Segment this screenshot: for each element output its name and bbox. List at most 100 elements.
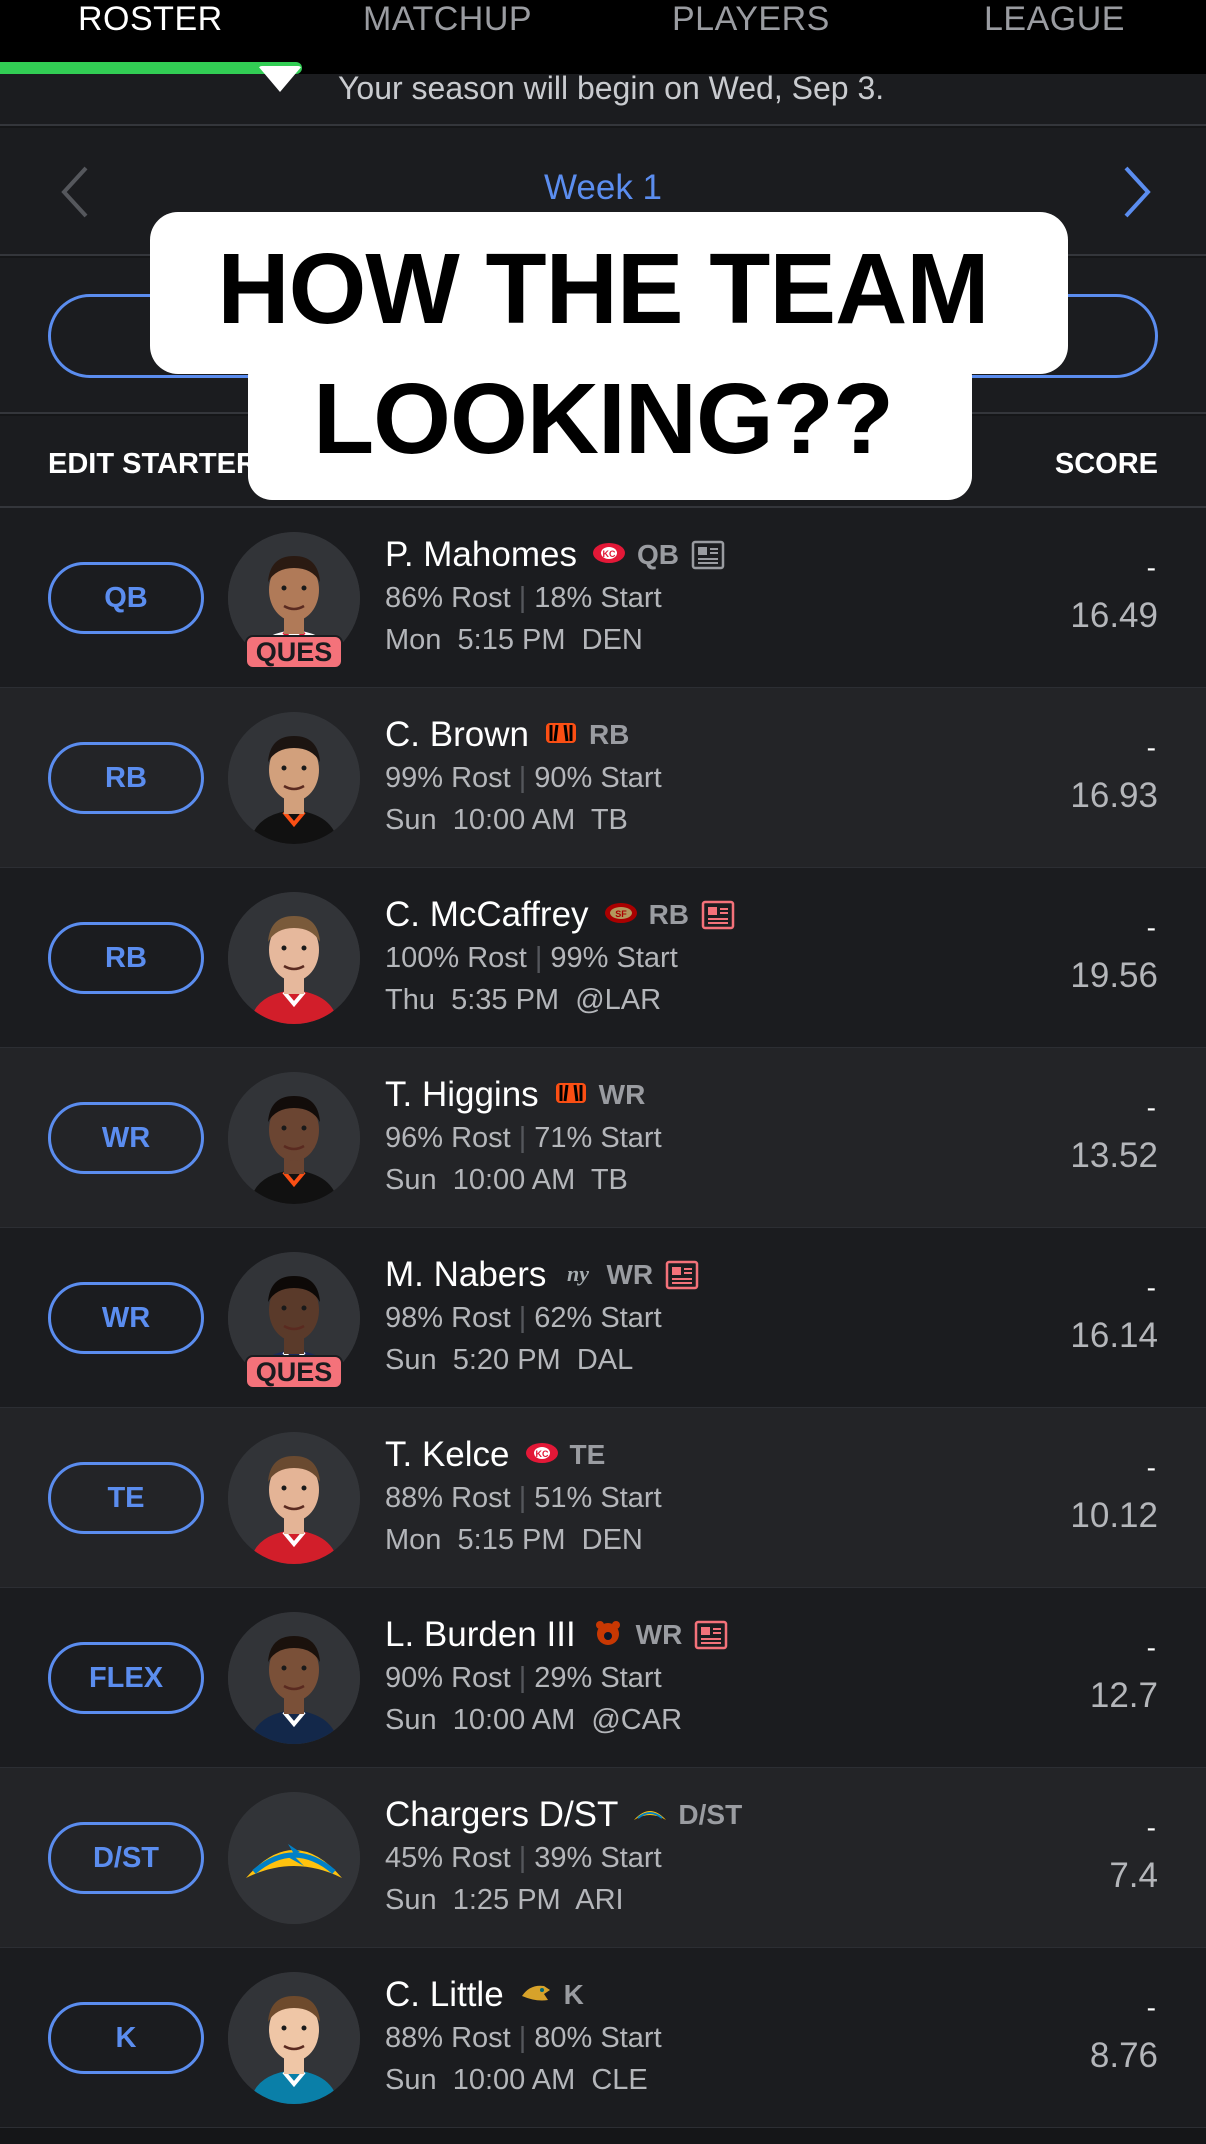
- game-info: Thu 5:35 PM @LAR: [385, 984, 662, 1016]
- player-avatar[interactable]: [228, 1792, 360, 1924]
- player-avatar[interactable]: [228, 1432, 360, 1564]
- lineup-slot-button[interactable]: RB: [48, 742, 204, 814]
- player-position: TE: [569, 1439, 606, 1470]
- lineup-slot-button[interactable]: RB: [48, 922, 204, 994]
- player-ownership: 45% Rost | 39% Start: [385, 1842, 662, 1875]
- actual-score: -: [1146, 1632, 1156, 1663]
- lineup-slot-button[interactable]: FLEX: [48, 1642, 204, 1714]
- game-info: Sun 10:00 AM CLE: [385, 2064, 648, 2096]
- roster-row[interactable]: D/ST Chargers D/ST D/ST 45% Rost | 39% Start S…: [0, 1768, 1206, 1948]
- player-avatar[interactable]: [228, 1072, 360, 1204]
- chiefs-logo-icon: KC: [510, 1440, 560, 1471]
- player-name-link[interactable]: P. Mahomes: [385, 535, 577, 575]
- roster-row[interactable]: QB QUES P. Mahomes KC QB 86% Rost | 18% Start Mo…: [0, 508, 1206, 688]
- player-position: K: [563, 1979, 584, 2010]
- top-nav: ROSTER MATCHUP PLAYERS LEAGUE: [0, 0, 1206, 74]
- lineup-slot-button[interactable]: WR: [48, 1102, 204, 1174]
- rostered-percent: 99% Rost: [385, 762, 511, 794]
- started-percent: 80% Start: [534, 2022, 662, 2054]
- chargers-logo-icon: [618, 1800, 668, 1831]
- player-ownership: 98% Rost | 62% Start: [385, 1302, 662, 1335]
- bengals-logo-icon: [539, 1080, 589, 1111]
- tab-roster[interactable]: ROSTER: [78, 0, 223, 38]
- news-icon[interactable]: [701, 900, 735, 930]
- stat-divider: |: [518, 1482, 527, 1514]
- player-name-line: T. Kelce KC TE: [385, 1434, 605, 1476]
- player-position: WR: [635, 1619, 683, 1650]
- lineup-slot-button[interactable]: K: [48, 2002, 204, 2074]
- player-name-line: T. Higgins WR: [385, 1074, 645, 1116]
- projected-score: 13.52: [1070, 1136, 1158, 1175]
- started-percent: 71% Start: [534, 1122, 662, 1154]
- lineup-slot-button[interactable]: TE: [48, 1462, 204, 1534]
- caption-line-1: HOW THE TEAM: [217, 233, 989, 345]
- player-avatar[interactable]: [228, 1972, 360, 2104]
- svg-text:SF: SF: [615, 909, 627, 919]
- roster-row[interactable]: TE T. Kelce KC TE 88% Rost | 51% Start Mon 5:15…: [0, 1408, 1206, 1588]
- lineup-slot-button[interactable]: QB: [48, 562, 204, 634]
- row-divider: [0, 2127, 1206, 2128]
- started-percent: 99% Start: [550, 942, 678, 974]
- roster-row[interactable]: FLEX L. Burden III WR 90% Rost | 29% Start Sun…: [0, 1588, 1206, 1768]
- projected-score: 16.93: [1070, 776, 1158, 815]
- projected-score: 8.76: [1089, 2036, 1158, 2075]
- giants-logo-icon: ny: [546, 1260, 596, 1291]
- player-name-link[interactable]: T. Higgins: [385, 1075, 539, 1115]
- game-info: Sun 10:00 AM @CAR: [385, 1704, 683, 1736]
- chevron-right-icon[interactable]: [1116, 164, 1156, 220]
- lineup-slot-button[interactable]: WR: [48, 1282, 204, 1354]
- player-ownership: 88% Rost | 51% Start: [385, 1482, 662, 1515]
- player-avatar[interactable]: [228, 712, 360, 844]
- bengals-logo-icon: [529, 720, 579, 751]
- player-ownership: 99% Rost | 90% Start: [385, 762, 662, 795]
- player-name-link[interactable]: T. Kelce: [385, 1435, 510, 1475]
- svg-text:KC: KC: [535, 1449, 548, 1459]
- roster-row[interactable]: K C. Little K 88% Rost | 80% Start Sun 10:00 A…: [0, 1948, 1206, 2128]
- player-name-link[interactable]: C. Little: [385, 1975, 504, 2015]
- actual-score: -: [1146, 1272, 1156, 1303]
- jaguars-logo-icon: [504, 1980, 554, 2011]
- roster-row[interactable]: WR QUES M. Nabers ny WR 98% Rost | 62% Start Sun…: [0, 1228, 1206, 1408]
- lineup-slot-button[interactable]: D/ST: [48, 1822, 204, 1894]
- player-ownership: 100% Rost | 99% Start: [385, 942, 678, 975]
- tab-players[interactable]: PLAYERS: [672, 0, 830, 38]
- player-avatar[interactable]: [228, 892, 360, 1024]
- week-label[interactable]: Week 1: [0, 168, 1206, 208]
- player-name-link[interactable]: C. McCaffrey: [385, 895, 589, 935]
- rostered-percent: 90% Rost: [385, 1662, 511, 1694]
- roster-row[interactable]: RB C. McCaffrey SF RB 100% Rost | 99% Start Thu…: [0, 868, 1206, 1048]
- player-position: RB: [588, 719, 630, 750]
- started-percent: 51% Start: [534, 1482, 662, 1514]
- stat-divider: |: [518, 2022, 527, 2054]
- player-name-line: C. Little K: [385, 1974, 584, 2016]
- roster-row[interactable]: WR T. Higgins WR 96% Rost | 71% Start Sun 10:0…: [0, 1048, 1206, 1228]
- player-name-link[interactable]: Chargers D/ST: [385, 1795, 618, 1835]
- player-name-line: L. Burden III WR: [385, 1614, 728, 1656]
- actual-score: -: [1146, 912, 1156, 943]
- tab-matchup[interactable]: MATCHUP: [363, 0, 532, 38]
- projected-score: 10.12: [1070, 1496, 1158, 1535]
- stat-divider: |: [518, 582, 527, 614]
- status-badge: QUES: [245, 635, 343, 669]
- caption-line-2: LOOKING??: [313, 363, 894, 475]
- roster-row[interactable]: RB C. Brown RB 99% Rost | 90% Start Sun 10:00 …: [0, 688, 1206, 868]
- svg-text:KC: KC: [602, 549, 615, 559]
- player-name-link[interactable]: C. Brown: [385, 715, 529, 755]
- player-avatar[interactable]: [228, 1612, 360, 1744]
- news-icon[interactable]: [691, 540, 725, 570]
- stat-divider: |: [518, 762, 527, 794]
- player-name-link[interactable]: L. Burden III: [385, 1615, 576, 1655]
- tab-league[interactable]: LEAGUE: [984, 0, 1125, 38]
- game-info: Mon 5:15 PM DEN: [385, 624, 643, 656]
- player-position: RB: [648, 899, 690, 930]
- player-name-line: C. Brown RB: [385, 714, 629, 756]
- game-info: Sun 5:20 PM DAL: [385, 1344, 634, 1376]
- news-icon[interactable]: [694, 1620, 728, 1650]
- player-position: D/ST: [678, 1799, 743, 1830]
- game-info: Sun 10:00 AM TB: [385, 1164, 628, 1196]
- player-name-link[interactable]: M. Nabers: [385, 1255, 546, 1295]
- chiefs-logo-icon: KC: [577, 540, 627, 571]
- projected-score: 7.4: [1109, 1856, 1158, 1895]
- news-icon[interactable]: [665, 1260, 699, 1290]
- stat-divider: |: [518, 1842, 527, 1874]
